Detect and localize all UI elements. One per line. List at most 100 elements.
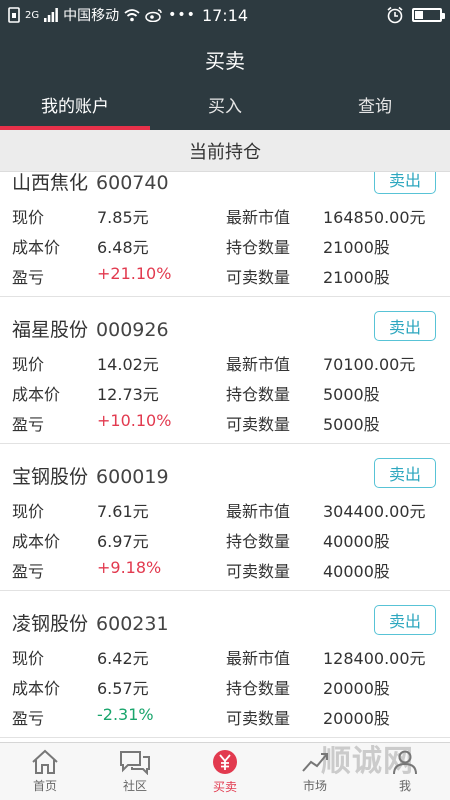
holding-qty-label: 持仓数量 (226, 385, 291, 404)
holding-card: 宝钢股份 600019 卖出 现价 7.61元 最新市值 304400.00元 成… (0, 444, 450, 591)
nav-market[interactable]: 市场 (270, 743, 360, 800)
nav-trade-label: 买卖 (212, 780, 237, 794)
section-header: 当前持仓 (0, 130, 450, 172)
nav-me-label: 我 (398, 779, 411, 793)
chat-icon (120, 751, 150, 775)
cost-label: 成本价 (12, 532, 61, 551)
sellable-qty-value: 5000股 (323, 415, 380, 434)
holding-qty-label: 持仓数量 (226, 238, 291, 257)
cost-label: 成本价 (12, 385, 61, 404)
chart-icon (302, 753, 328, 772)
price-row: 现价 6.42元 最新市值 128400.00元 (0, 641, 450, 671)
holdings-list[interactable]: 山西焦化 600740 卖出 现价 7.85元 最新市值 164850.00元 成… (0, 172, 450, 742)
stock-code: 600740 (96, 172, 169, 194)
pl-row: 盈亏 +9.18% 可卖数量 40000股 (0, 554, 450, 584)
user-icon (393, 750, 417, 775)
market-value-label: 最新市值 (226, 208, 291, 227)
stock-name: 福星股份 (12, 319, 89, 341)
pl-value: +10.10% (97, 411, 172, 430)
status-right (386, 6, 445, 24)
current-price-label: 现价 (12, 208, 45, 227)
nav-me[interactable]: 我 (360, 743, 450, 800)
market-value-value: 164850.00元 (323, 208, 426, 227)
status-left: 2G 中国移动 ••• (8, 5, 196, 25)
cost-row: 成本价 6.57元 持仓数量 20000股 (0, 671, 450, 701)
pl-value: -2.31% (97, 705, 154, 724)
nav-community-label: 社区 (122, 779, 147, 793)
sellable-qty-label: 可卖数量 (226, 562, 291, 581)
cost-value: 6.97元 (97, 532, 149, 551)
section-title: 当前持仓 (189, 141, 261, 163)
sell-button[interactable]: 卖出 (374, 605, 436, 635)
stock-name: 山西焦化 (12, 172, 89, 194)
cost-row: 成本价 12.73元 持仓数量 5000股 (0, 377, 450, 407)
page-title: 买卖 (205, 48, 245, 73)
pl-label: 盈亏 (12, 415, 45, 434)
nav-home-label: 首页 (32, 779, 57, 793)
signal-icon (44, 8, 59, 22)
holding-card: 山西焦化 600740 卖出 现价 7.85元 最新市值 164850.00元 成… (0, 172, 450, 297)
sellable-qty-value: 40000股 (323, 562, 390, 581)
cost-value: 12.73元 (97, 385, 159, 404)
cost-value: 6.57元 (97, 679, 149, 698)
holding-qty-label: 持仓数量 (226, 679, 291, 698)
tab-query[interactable]: 查询 (300, 88, 450, 130)
tab-buy[interactable]: 买入 (150, 88, 300, 130)
nav-community[interactable]: 社区 (90, 743, 180, 800)
nav-home[interactable]: 首页 (0, 743, 90, 800)
market-value-value: 304400.00元 (323, 502, 426, 521)
home-icon (32, 749, 58, 774)
wifi-icon (124, 8, 140, 21)
holding-qty-value: 20000股 (323, 679, 390, 698)
current-price-value: 6.42元 (97, 649, 149, 668)
market-value-value: 70100.00元 (323, 355, 416, 374)
tab-bar: 我的账户 买入 查询 (0, 88, 450, 130)
cost-label: 成本价 (12, 238, 61, 257)
sellable-qty-label: 可卖数量 (226, 268, 291, 287)
sellable-qty-value: 20000股 (323, 709, 390, 728)
network-type: 2G (25, 9, 40, 21)
sell-button[interactable]: 卖出 (374, 458, 436, 488)
sellable-qty-value: 21000股 (323, 268, 390, 287)
sellable-qty-label: 可卖数量 (226, 709, 291, 728)
stock-title: 山西焦化 600740 (12, 172, 169, 195)
weibo-icon (145, 9, 162, 22)
app-bar: 买卖 (0, 30, 450, 88)
stock-code: 600019 (96, 466, 169, 488)
sell-button[interactable]: 卖出 (374, 311, 436, 341)
stock-code: 600231 (96, 613, 169, 635)
battery-icon (412, 8, 445, 22)
sell-button[interactable]: 卖出 (374, 172, 436, 194)
tab-my-account[interactable]: 我的账户 (0, 88, 150, 130)
alarm-icon (387, 6, 403, 24)
sellable-qty-label: 可卖数量 (226, 415, 291, 434)
market-value-value: 128400.00元 (323, 649, 426, 668)
pl-row: 盈亏 -2.31% 可卖数量 20000股 (0, 701, 450, 731)
bottom-nav: 首页 社区 买卖 市场 我 (0, 742, 450, 800)
holding-qty-value: 40000股 (323, 532, 390, 551)
current-price-value: 7.61元 (97, 502, 149, 521)
price-row: 现价 7.85元 最新市值 164850.00元 (0, 200, 450, 230)
holding-qty-value: 21000股 (323, 238, 390, 257)
market-value-label: 最新市值 (226, 502, 291, 521)
current-price-value: 7.85元 (97, 208, 149, 227)
nav-trade[interactable]: 买卖 (180, 743, 270, 800)
stock-title: 凌钢股份 600231 (12, 609, 169, 636)
holding-card: 凌钢股份 600231 卖出 现价 6.42元 最新市值 128400.00元 成… (0, 591, 450, 738)
market-value-label: 最新市值 (226, 355, 291, 374)
sim-icon (8, 7, 20, 23)
stock-title: 宝钢股份 600019 (12, 462, 169, 489)
stock-code: 000926 (96, 319, 169, 341)
pl-value: +9.18% (97, 558, 162, 577)
current-price-label: 现价 (12, 355, 45, 374)
pl-value: +21.10% (97, 264, 172, 283)
cost-label: 成本价 (12, 679, 61, 698)
holding-qty-label: 持仓数量 (226, 532, 291, 551)
stock-name: 凌钢股份 (12, 613, 89, 635)
stock-title: 福星股份 000926 (12, 315, 169, 342)
nav-market-label: 市场 (302, 779, 327, 793)
carrier-name: 中国移动 (63, 8, 120, 24)
pl-row: 盈亏 +10.10% 可卖数量 5000股 (0, 407, 450, 437)
pl-row: 盈亏 +21.10% 可卖数量 21000股 (0, 260, 450, 290)
current-price-label: 现价 (12, 502, 45, 521)
